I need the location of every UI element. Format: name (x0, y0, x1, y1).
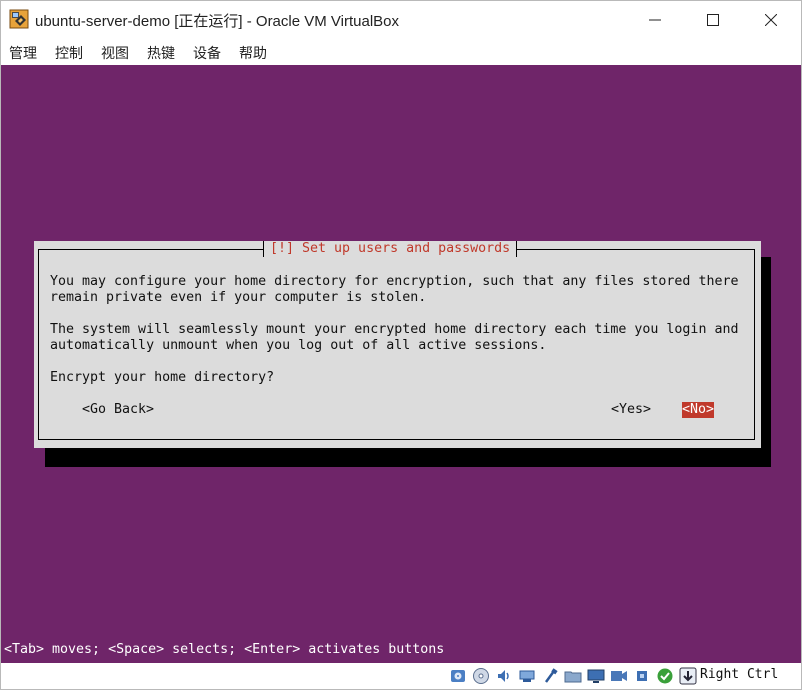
hard-disk-icon[interactable] (449, 667, 467, 685)
minimize-icon (649, 19, 661, 21)
menu-devices[interactable]: 设备 (193, 43, 221, 63)
maximize-button[interactable] (685, 1, 741, 39)
installer-dialog: [!] Set up users and passwords You may c… (34, 241, 761, 448)
virtualbox-window: ubuntu-server-demo [正在运行] - Oracle VM Vi… (0, 0, 802, 690)
menu-view[interactable]: 视图 (101, 43, 129, 63)
paragraph-2-line-1: The system will seamlessly mount your en… (50, 322, 739, 337)
paragraph-1-line-1: You may configure your home directory fo… (50, 274, 739, 289)
menu-help[interactable]: 帮助 (239, 43, 267, 63)
window-title: ubuntu-server-demo [正在运行] - Oracle VM Vi… (35, 13, 400, 30)
paragraph-2-line-2: automatically unmount when you log out o… (50, 338, 547, 353)
dialog-title: [!] Set up users and passwords (263, 241, 518, 257)
minimize-button[interactable] (627, 1, 683, 39)
menu-manage[interactable]: 管理 (9, 43, 37, 63)
close-button[interactable] (743, 1, 799, 39)
keyboard-help-line: <Tab> moves; <Space> selects; <Enter> ac… (4, 642, 445, 657)
go-back-button[interactable]: <Go Back> (82, 402, 154, 418)
maximize-icon (707, 14, 719, 26)
usb-icon[interactable] (541, 667, 559, 685)
host-key-arrow-icon[interactable] (679, 667, 697, 685)
close-icon (765, 14, 777, 26)
yes-button[interactable]: <Yes> (611, 402, 651, 418)
network-icon[interactable] (518, 667, 536, 685)
virtualbox-icon (9, 9, 29, 29)
audio-icon[interactable] (495, 667, 513, 685)
title-bar: ubuntu-server-demo [正在运行] - Oracle VM Vi… (1, 1, 801, 39)
status-bar: Right Ctrl (1, 663, 801, 689)
menu-hotkeys[interactable]: 热键 (147, 43, 175, 63)
no-button[interactable]: <No> (682, 402, 715, 418)
host-key-label: Right Ctrl (700, 667, 779, 682)
menu-control[interactable]: 控制 (55, 43, 83, 63)
mouse-integration-icon[interactable] (656, 667, 674, 685)
vm-display[interactable]: [!] Set up users and passwords You may c… (1, 65, 801, 663)
display-icon[interactable] (587, 667, 605, 685)
cpu-icon[interactable] (633, 667, 651, 685)
optical-drive-icon[interactable] (472, 667, 490, 685)
menu-bar: 管理 控制 视图 热键 设备 帮助 (1, 39, 801, 64)
encrypt-question: Encrypt your home directory? (50, 370, 275, 385)
video-capture-icon[interactable] (610, 667, 628, 685)
shared-folder-icon[interactable] (564, 667, 582, 685)
paragraph-1-line-2: remain private even if your computer is … (50, 290, 427, 305)
